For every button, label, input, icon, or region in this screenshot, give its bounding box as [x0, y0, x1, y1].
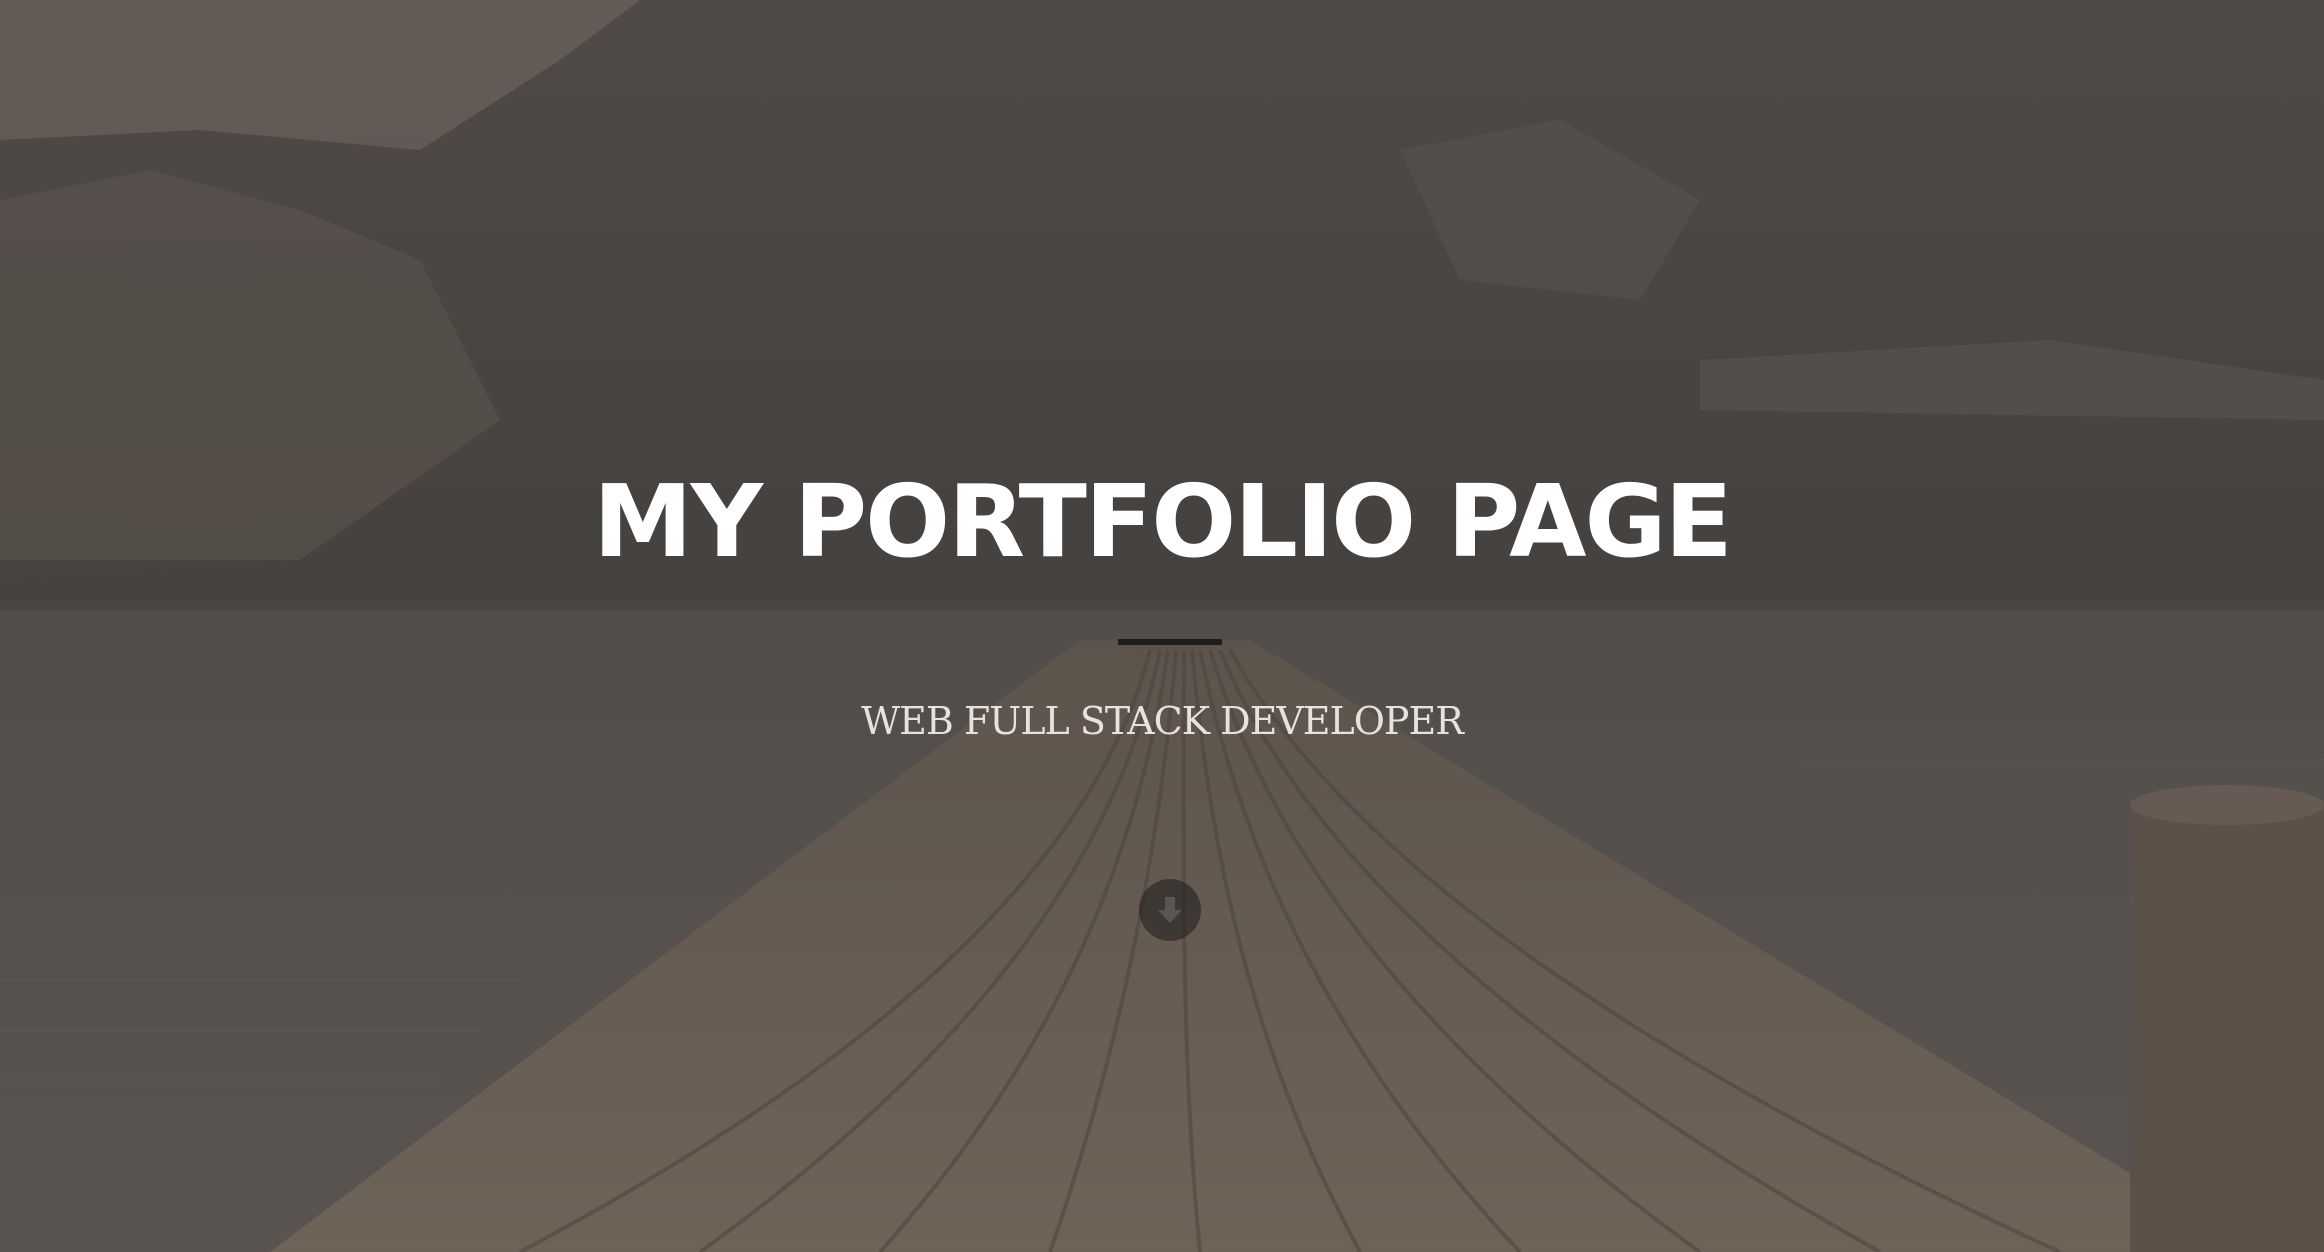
page-title: MY PORTFOLIO PAGE: [593, 463, 1733, 580]
arrow-circle-down-icon: [1158, 897, 1182, 923]
page-subtitle: WEB FULL STACK DEVELOPER: [861, 699, 1464, 743]
hero-content: MY PORTFOLIO PAGE WEB FULL STACK DEVELOP…: [0, 0, 2324, 1252]
title-divider: [1118, 639, 1222, 645]
hero-section: MY PORTFOLIO PAGE WEB FULL STACK DEVELOP…: [0, 0, 2324, 1252]
scroll-down-button[interactable]: [1139, 879, 1201, 941]
